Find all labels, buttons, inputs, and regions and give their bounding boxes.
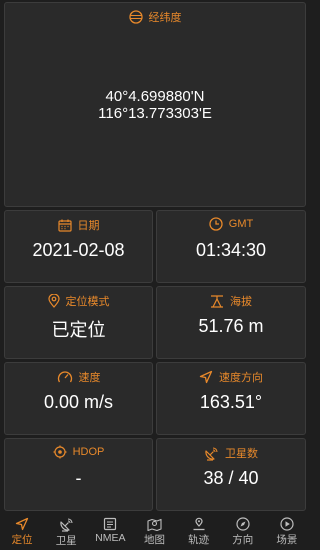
speedometer-icon — [57, 370, 73, 384]
satellites-value: 38 / 40 — [203, 468, 259, 488]
nav-label-nmea: NMEA — [95, 532, 126, 544]
satellite-icon — [59, 517, 74, 533]
altitude-label: 海拔 — [230, 296, 252, 308]
course-value: 163.51° — [199, 392, 263, 412]
course-header: 速度方向 — [157, 369, 305, 385]
nav-label-compass: 方向 — [232, 534, 254, 546]
altitude-icon — [210, 294, 224, 308]
lat-lng-header: 经纬度 — [5, 9, 305, 25]
altitude-card: 海拔 51.76 m — [156, 286, 306, 359]
mode-header: 定位模式 — [5, 293, 152, 309]
date-value: 2021-02-08 — [32, 240, 125, 260]
course-label: 速度方向 — [219, 372, 263, 384]
hdop-value: - — [75, 468, 82, 488]
map-icon — [147, 517, 162, 532]
clock-icon — [209, 217, 223, 231]
hdop-card: HDOP - — [4, 438, 153, 511]
track-icon — [192, 517, 206, 532]
calendar-icon — [57, 219, 72, 232]
satellites-card: 卫星数 38 / 40 — [156, 438, 306, 511]
nav-label-scene: 场景 — [276, 534, 298, 546]
date-header: 日期 — [5, 217, 152, 233]
mode-value: 已定位 — [51, 320, 106, 340]
nav-label-map: 地图 — [143, 534, 165, 546]
nav-item-satellite[interactable]: 卫星 — [44, 515, 88, 550]
latitude-value: 40°4.699880'N — [105, 88, 205, 105]
satellite-dish-icon — [204, 446, 219, 461]
hdop-label: HDOP — [72, 446, 105, 458]
satellites-header: 卫星数 — [157, 445, 305, 461]
gmt-card: GMT 01:34:30 — [156, 210, 306, 283]
compass-icon — [236, 517, 250, 532]
nav-label-satellite: 卫星 — [55, 535, 77, 547]
gmt-header: GMT — [157, 217, 305, 231]
altitude-header: 海拔 — [157, 293, 305, 309]
nav-label-locate: 定位 — [11, 534, 33, 546]
date-card: 日期 2021-02-08 — [4, 210, 153, 283]
document-icon — [103, 517, 117, 532]
speed-card: 速度 0.00 m/s — [4, 362, 153, 435]
nav-item-locate[interactable]: 定位 — [0, 515, 44, 550]
gmt-label: GMT — [228, 218, 254, 230]
play-icon — [280, 517, 294, 532]
lat-lng-title: 经纬度 — [148, 12, 182, 24]
bottom-nav: 定位 卫星 NMEA 地图 轨迹 方向 场景 — [0, 515, 309, 550]
nav-item-compass[interactable]: 方向 — [221, 515, 265, 550]
navigation-arrow-icon — [199, 370, 213, 384]
nav-label-track: 轨迹 — [188, 534, 210, 546]
crosshair-icon — [53, 445, 67, 459]
location-pin-icon — [47, 294, 60, 308]
speed-label: 速度 — [78, 372, 101, 384]
gmt-value: 01:34:30 — [195, 240, 267, 260]
hdop-header: HDOP — [5, 445, 152, 459]
date-label: 日期 — [77, 220, 100, 232]
locate-arrow-icon — [15, 517, 29, 532]
satellites-label: 卫星数 — [225, 448, 258, 460]
nav-item-map[interactable]: 地图 — [132, 515, 176, 550]
altitude-value: 51.76 m — [198, 316, 264, 336]
course-card: 速度方向 163.51° — [156, 362, 306, 435]
longitude-value: 116°13.773303'E — [98, 105, 212, 122]
nav-item-scene[interactable]: 场景 — [265, 515, 309, 550]
lat-lng-card: 经纬度 40°4.699880'N 116°13.773303'E — [4, 2, 306, 207]
globe-icon — [128, 10, 143, 24]
speed-value: 0.00 m/s — [43, 392, 114, 412]
mode-card: 定位模式 已定位 — [4, 286, 153, 359]
speed-header: 速度 — [5, 369, 152, 385]
mode-label: 定位模式 — [65, 296, 110, 308]
nav-item-nmea[interactable]: NMEA — [88, 515, 132, 550]
coordinates: 40°4.699880'N 116°13.773303'E — [5, 88, 305, 122]
nav-item-track[interactable]: 轨迹 — [177, 515, 221, 550]
